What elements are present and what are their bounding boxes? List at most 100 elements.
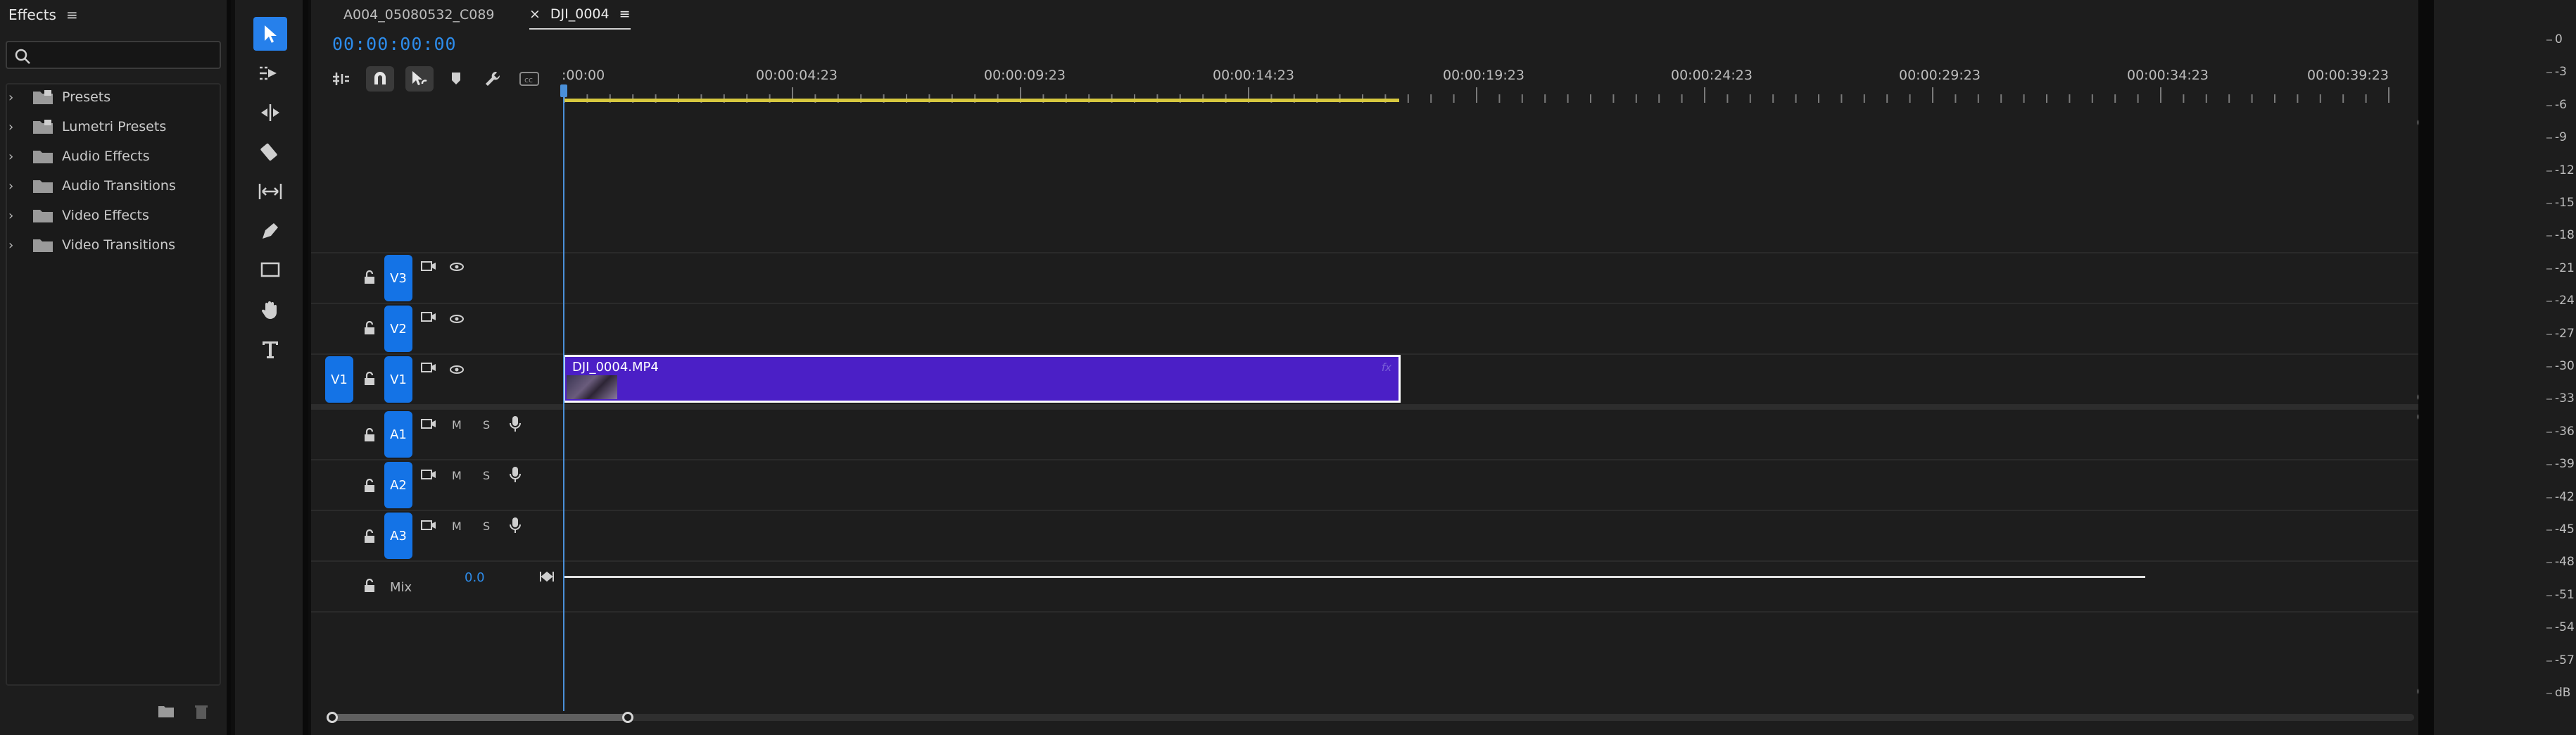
solo-button[interactable]: S (483, 418, 490, 432)
sync-lock-icon[interactable] (421, 520, 436, 531)
tab-menu-icon[interactable]: ≡ (619, 6, 631, 22)
tree-item-audio-transitions[interactable]: › Audio Transitions (8, 172, 176, 200)
timeline-settings-button[interactable] (479, 66, 507, 92)
mix-volume-value[interactable]: 0.0 (465, 570, 485, 585)
source-patch-v1[interactable]: V1 (325, 356, 353, 403)
lock-icon[interactable] (363, 372, 376, 386)
tree-item-label: Video Effects (62, 208, 149, 223)
sync-lock-icon[interactable] (421, 469, 436, 480)
playhead[interactable] (563, 89, 564, 711)
track-target-v2[interactable]: V2 (384, 306, 412, 352)
sync-lock-icon[interactable] (421, 260, 436, 272)
selection-tool[interactable] (253, 17, 287, 51)
snap-button[interactable] (366, 66, 394, 92)
chevron-right-icon[interactable]: › (8, 149, 24, 164)
razor-tool[interactable] (253, 135, 287, 169)
tab-label: A004_05080532_C089 (343, 7, 495, 23)
playhead-timecode[interactable]: 00:00:00:00 (332, 34, 457, 54)
chevron-right-icon[interactable]: › (8, 208, 24, 223)
db-tick (2546, 693, 2552, 694)
db-label: -6 (2555, 97, 2567, 112)
chevron-right-icon[interactable]: › (8, 90, 24, 105)
track-target-a3[interactable]: A3 (384, 513, 412, 559)
lock-icon[interactable] (363, 479, 376, 493)
preset-folder-icon (33, 120, 53, 134)
track-divider (311, 560, 2418, 562)
tree-item-audio-effects[interactable]: › Audio Effects (8, 142, 150, 170)
eye-icon[interactable] (449, 262, 465, 272)
panel-menu-icon[interactable]: ≡ (66, 6, 78, 23)
mute-button[interactable]: M (452, 520, 462, 533)
slip-tool[interactable] (253, 175, 287, 208)
horizontal-scrollbar[interactable] (327, 714, 2414, 721)
solo-button[interactable]: S (483, 520, 490, 533)
mute-button[interactable]: M (452, 469, 462, 482)
fx-badge[interactable]: fx (1382, 361, 1391, 374)
trash-icon[interactable] (194, 704, 208, 720)
pen-tool[interactable] (253, 214, 287, 248)
tree-item-video-transitions[interactable]: › Video Transitions (8, 231, 175, 259)
chevron-right-icon[interactable]: › (8, 238, 24, 253)
scrollbar-handle[interactable] (622, 712, 633, 723)
new-bin-icon[interactable] (158, 704, 175, 718)
lock-icon[interactable] (363, 321, 376, 335)
tree-item-lumetri-presets[interactable]: › Lumetri Presets (8, 113, 166, 141)
folder-icon (33, 151, 53, 163)
track-target-v3[interactable]: V3 (384, 255, 412, 301)
lock-icon[interactable] (363, 428, 376, 442)
chevron-right-icon[interactable]: › (8, 120, 24, 134)
go-to-in-out-icon[interactable] (539, 570, 555, 583)
solo-button[interactable]: S (483, 469, 490, 482)
tree-item-presets[interactable]: › Presets (8, 83, 111, 111)
sync-lock-icon[interactable] (421, 418, 436, 429)
mix-level-line[interactable] (564, 576, 2145, 578)
video-clip[interactable]: DJI_0004.MP4 fx (563, 355, 1401, 403)
sync-lock-icon[interactable] (421, 362, 436, 373)
tree-item-video-effects[interactable]: › Video Effects (8, 201, 149, 230)
effects-panel-title[interactable]: Effects (8, 6, 56, 23)
lock-icon[interactable] (363, 270, 376, 284)
tab-sequence-a004[interactable]: A004_05080532_C089 (343, 0, 495, 30)
tree-item-label: Video Transitions (62, 237, 176, 253)
track-target-a1[interactable]: A1 (384, 411, 412, 458)
microphone-icon[interactable] (510, 466, 521, 483)
db-tick (2546, 333, 2552, 335)
sync-lock-icon[interactable] (421, 311, 436, 322)
video-audio-divider[interactable] (311, 404, 2418, 410)
work-area-bar[interactable] (564, 99, 1399, 102)
hand-tool[interactable] (253, 293, 287, 327)
ripple-edit-tool[interactable] (253, 96, 287, 130)
db-tick (2546, 235, 2552, 237)
eye-icon[interactable] (449, 314, 465, 324)
rectangle-tool[interactable] (253, 253, 287, 287)
chevron-right-icon[interactable]: › (8, 179, 24, 194)
lock-icon[interactable] (363, 529, 376, 544)
time-ruler[interactable]: :00:00 00:00:04:23 00:00:09:23 00:00:14:… (562, 63, 2396, 103)
microphone-icon[interactable] (510, 517, 521, 534)
horizontal-scrollbar-thumb[interactable] (332, 714, 628, 721)
eye-icon[interactable] (449, 365, 465, 375)
lock-icon[interactable] (363, 579, 376, 593)
effects-search-input[interactable] (6, 41, 221, 69)
db-tick (2546, 529, 2552, 531)
scrollbar-handle[interactable] (327, 712, 338, 723)
effects-search-field[interactable] (35, 45, 211, 65)
type-tool[interactable] (253, 332, 287, 366)
captions-button[interactable]: cc (515, 66, 543, 92)
playhead-handle[interactable] (560, 84, 567, 97)
tab-close-icon[interactable]: × (529, 6, 541, 22)
track-target-v1[interactable]: V1 (384, 356, 412, 403)
linked-selection-button[interactable] (405, 66, 434, 92)
insert-nest-button[interactable] (327, 66, 355, 92)
add-marker-button[interactable] (442, 66, 470, 92)
mute-button[interactable]: M (452, 418, 462, 432)
db-tick (2546, 170, 2552, 172)
db-tick (2546, 431, 2552, 433)
tab-sequence-dji-0004[interactable]: × DJI_0004 ≡ (529, 0, 631, 30)
track-select-forward-tool[interactable] (253, 56, 287, 90)
db-tick (2546, 268, 2552, 270)
folder-icon (33, 210, 53, 222)
track-target-a2[interactable]: A2 (384, 462, 412, 508)
db-label: -51 (2555, 587, 2575, 602)
microphone-icon[interactable] (510, 415, 521, 432)
